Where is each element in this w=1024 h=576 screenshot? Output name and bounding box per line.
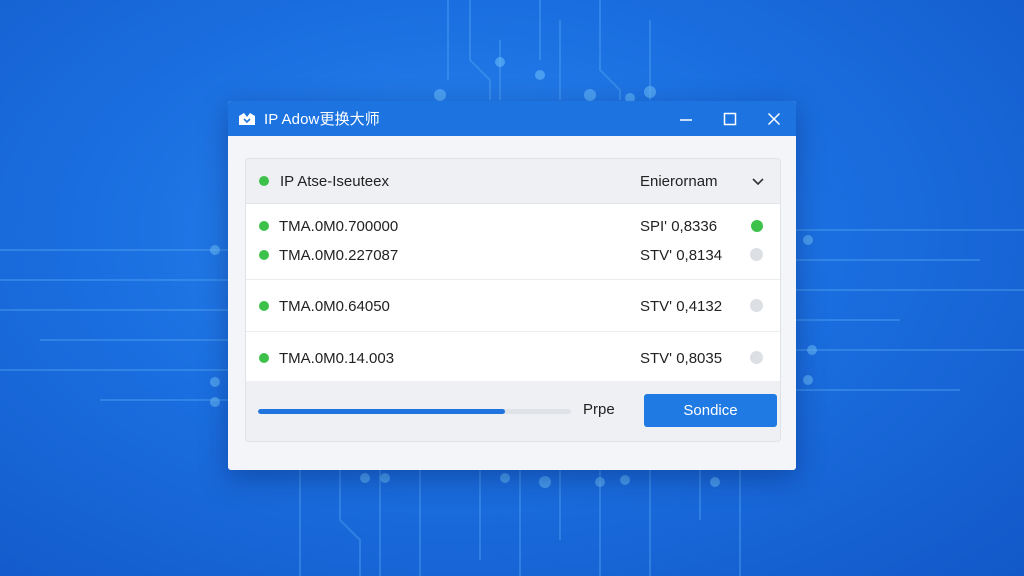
list-item[interactable]: TMA.0M0.700000 SPI' 0,8336 (246, 212, 780, 240)
progress-bar (258, 409, 571, 414)
close-icon (767, 112, 781, 125)
minimize-icon (680, 118, 692, 121)
minimize-button[interactable] (664, 101, 708, 136)
progress-fill (258, 409, 506, 414)
list-item[interactable]: TMA.0M0.64050 STV' 0,4132 (246, 292, 780, 320)
list-item[interactable]: TMA.0M0.14.003 STV' 0,8035 (246, 344, 780, 372)
ip-address: TMA.0M0.227087 (279, 246, 399, 264)
ip-address: TMA.0M0.700000 (279, 217, 399, 235)
window-title: IP Adow更换大师 (264, 111, 380, 128)
ip-list-panel: IP Atse-Iseuteex Enierornam TMA.0M0.7000… (245, 158, 781, 442)
ip-address: TMA.0M0.14.003 (279, 349, 395, 367)
ip-list: TMA.0M0.700000 SPI' 0,8336 TMA.0M0.22708… (246, 204, 780, 381)
chevron-down-icon[interactable] (751, 174, 765, 188)
row-status-indicator[interactable] (751, 220, 763, 232)
row-status-indicator[interactable] (750, 351, 763, 364)
ip-value: STV' 0,8134 (640, 246, 723, 264)
status-dot (259, 221, 269, 231)
progress-label: Prpe (583, 401, 615, 418)
status-dot (259, 176, 269, 186)
window-controls (664, 101, 796, 136)
status-dot (259, 301, 269, 311)
status-dot (259, 353, 269, 363)
environment-label: Enierornam (640, 172, 718, 190)
close-button[interactable] (752, 101, 796, 136)
list-item[interactable]: TMA.0M0.227087 STV' 0,8134 (246, 241, 780, 269)
header-label: IP Atse-Iseuteex (280, 172, 389, 190)
divider (246, 331, 780, 332)
footer-bar: Prpe Sondice (246, 381, 780, 441)
desktop-background: IP Adow更换大师 IP Atse-Iseuteex Enierornam … (0, 0, 1024, 576)
ip-address: TMA.0M0.64050 (279, 297, 390, 315)
maximize-icon (723, 112, 737, 125)
status-dot (259, 250, 269, 260)
ip-value: STV' 0,4132 (640, 297, 723, 315)
ip-value: SPI' 0,8336 (640, 217, 718, 235)
title-bar[interactable]: IP Adow更换大师 (228, 101, 796, 136)
row-status-indicator[interactable] (750, 299, 763, 312)
divider (246, 279, 780, 280)
ip-value: STV' 0,8035 (640, 349, 723, 367)
dropdown-header[interactable]: IP Atse-Iseuteex Enierornam (246, 159, 780, 204)
action-button[interactable]: Sondice (644, 394, 777, 427)
app-window: IP Adow更换大师 IP Atse-Iseuteex Enierornam … (228, 101, 796, 470)
maximize-button[interactable] (708, 101, 752, 136)
app-logo-icon (237, 109, 257, 129)
row-status-indicator[interactable] (750, 248, 763, 261)
